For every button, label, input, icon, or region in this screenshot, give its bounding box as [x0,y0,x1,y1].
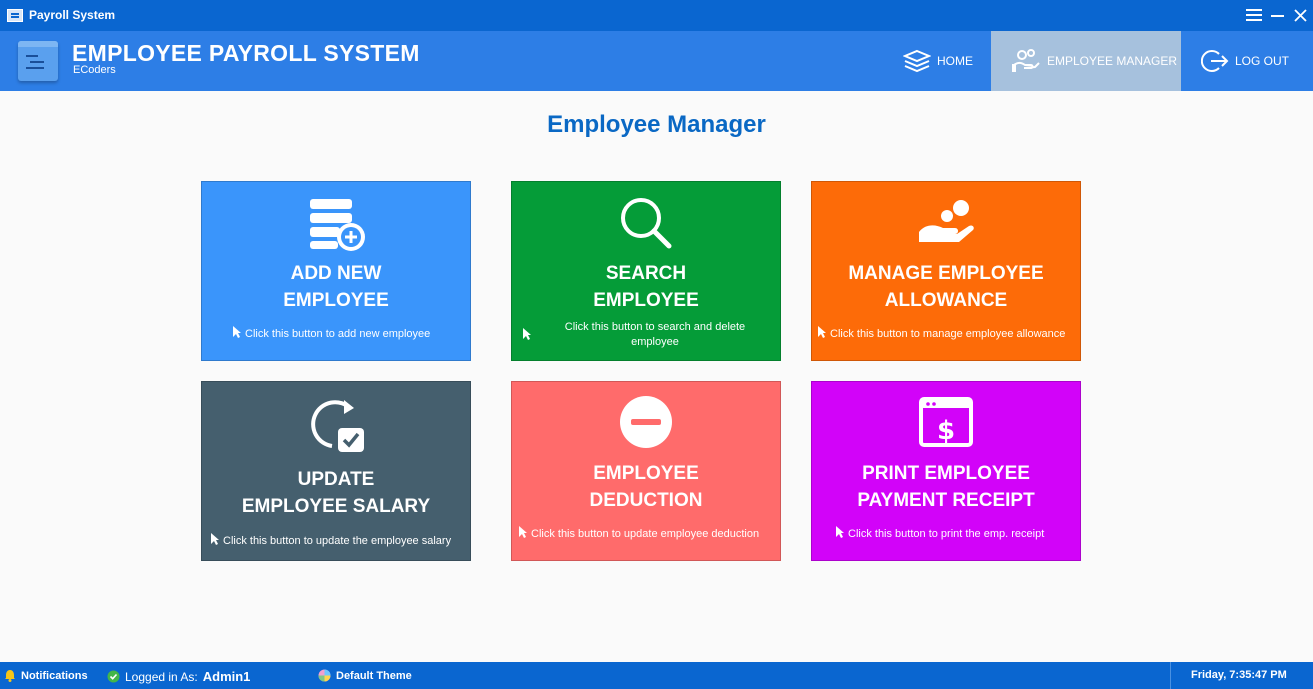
add-list-icon [310,199,365,251]
tile-label-line1: PRINT EMPLOYEE [862,463,1030,484]
tile-hint: Click this button to add new employee [245,328,431,340]
app-subtitle: ECoders [73,64,116,76]
tile-hint: Click this button to search and delete e… [564,321,746,348]
theme-selector[interactable]: Default Theme [318,669,412,682]
hand-coin-icon [919,200,974,242]
search-employee-tile[interactable]: SEARCH EMPLOYEE Click this button to sea… [511,181,781,361]
cursor-icon [523,328,531,340]
nav-home[interactable]: HOME [903,31,991,91]
stack-icon [903,49,931,73]
employee-deduction-tile[interactable]: EMPLOYEE DEDUCTION Click this button to … [511,381,781,561]
datetime: Friday, 7:35:47 PM [1191,669,1287,681]
minimize-button[interactable] [1266,4,1288,26]
app-header: EMPLOYEE PAYROLL SYSTEM ECoders HOME EMP… [0,31,1313,91]
tile-label-line2: ALLOWANCE [884,290,1008,311]
title-bar: Payroll System [0,0,1313,31]
refresh-check-icon [311,400,364,452]
tile-hint: Click this button to manage employee all… [830,328,1066,340]
search-icon [621,198,672,249]
tile-label-line1: ADD NEW [290,263,382,284]
nav-logout[interactable]: LOG OUT [1201,31,1301,91]
palette-icon [318,669,331,682]
tile-label-line1: UPDATE [297,469,375,490]
cursor-icon [211,533,219,545]
hand-gears-icon [1012,49,1040,72]
tile-label-line2: PAYMENT RECEIPT [857,490,1035,511]
tile-label-line2: EMPLOYEE SALARY [241,496,431,517]
app-icon [7,9,23,22]
close-button[interactable] [1289,4,1311,26]
check-circle-icon [107,670,120,683]
nav-employee-manager[interactable]: EMPLOYEE MANAGER [991,31,1181,91]
print-receipt-tile[interactable]: $ PRINT EMPLOYEE PAYMENT RECEIPT Click t… [811,381,1081,561]
notifications-label: Notifications [21,669,88,682]
theme-label: Default Theme [336,669,412,682]
tile-hint: Click this button to update the employee… [223,535,452,547]
tile-label-line2: EMPLOYEE [283,290,389,311]
login-status: Logged in As: Admin1 [107,669,250,684]
tile-label-line2: EMPLOYEE [593,290,699,311]
add-new-employee-tile[interactable]: ADD NEW EMPLOYEE Click this button to ad… [201,181,471,361]
window-title: Payroll System [29,8,116,22]
app-logo-icon [18,41,58,81]
tile-label-line1: EMPLOYEE [593,463,699,484]
app-title: EMPLOYEE PAYROLL SYSTEM [72,40,420,66]
username: Admin1 [202,669,251,684]
page-title: Employee Manager [547,111,766,138]
nav-employee-manager-label: EMPLOYEE MANAGER [1047,54,1178,68]
tile-label-line1: MANAGE EMPLOYEE [848,263,1044,284]
cursor-icon [519,526,527,538]
manage-allowance-tile[interactable]: MANAGE EMPLOYEE ALLOWANCE Click this but… [811,181,1081,361]
menu-icon[interactable] [1243,4,1265,26]
status-bar: Notifications Logged in As: Admin1 Defau… [0,662,1313,689]
update-salary-tile[interactable]: UPDATE EMPLOYEE SALARY Click this button… [201,381,471,561]
cursor-icon [818,326,826,338]
bell-icon [5,670,15,682]
svg-text:$: $ [937,416,955,446]
nav-logout-label: LOG OUT [1235,54,1290,68]
logout-icon [1201,50,1229,72]
cursor-icon [836,526,844,538]
dollar-window-icon: $ [919,397,973,447]
nav-home-label: HOME [937,54,973,68]
status-separator [1170,662,1171,689]
tile-label-line2: DEDUCTION [589,490,703,511]
notifications-button[interactable]: Notifications [4,669,88,682]
tile-hint: Click this button to print the emp. rece… [848,528,1045,540]
tile-label-line1: SEARCH [605,263,687,284]
minus-circle-icon [620,396,672,448]
tile-hint: Click this button to update employee ded… [531,528,760,540]
cursor-icon [233,326,241,338]
logged-in-label: Logged in As: [125,669,198,684]
